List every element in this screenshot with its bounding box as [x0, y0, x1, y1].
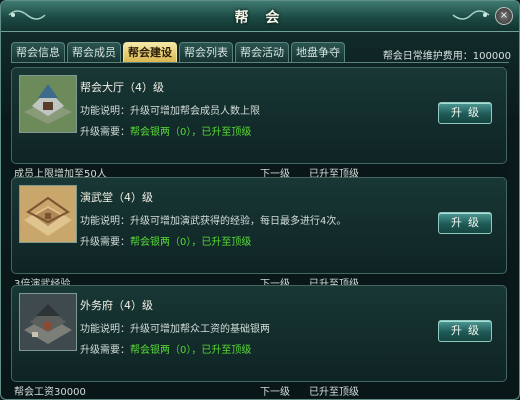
building-description: 功能说明：升级可增加帮众工资的基础银两 [80, 324, 270, 335]
requirement-value: 帮会银两（0），已升至顶级 [130, 345, 252, 356]
tab-guild-list[interactable]: 帮会列表 [179, 42, 233, 62]
title-bar[interactable]: 帮 会 × [1, 1, 519, 32]
requirement-value: 帮会银两（0），已升至顶级 [130, 127, 252, 138]
tab-guild-construction[interactable]: 帮会建设 [123, 42, 177, 62]
building-footer: 帮会工资30000 下一级 已升至顶级 [12, 383, 506, 398]
building-card-affairs: 外务府（4）级 功能说明：升级可增加帮众工资的基础银两 升级需要：帮会银两（0）… [11, 285, 507, 398]
window-title: 帮 会 [234, 10, 286, 26]
close-button[interactable]: × [495, 7, 513, 25]
requirement-label: 升级需要： [80, 127, 130, 138]
next-level-label: 下一级 [260, 387, 290, 398]
construction-panel: 帮会大厅（4）级 功能说明：升级可增加帮会成员人数上限 升级需要：帮会银两（0）… [11, 67, 507, 398]
ornament-right-icon [452, 10, 490, 20]
hall-building-icon [19, 75, 77, 133]
building-description: 功能说明：升级可增加帮会成员人数上限 [80, 106, 260, 117]
building-name: 帮会大厅（4）级 [80, 81, 164, 94]
training-hall-icon [19, 185, 77, 243]
upgrade-requirement: 升级需要：帮会银两（0），已升至顶级 [80, 233, 251, 248]
next-level-value: 已升至顶级 [309, 387, 359, 398]
requirement-label: 升级需要： [80, 237, 130, 248]
requirement-label: 升级需要： [80, 345, 130, 356]
upgrade-button-affairs[interactable]: 升级 [438, 320, 492, 342]
upgrade-button-training[interactable]: 升级 [438, 212, 492, 234]
building-card-training: 演武堂（4）级 功能说明：升级可增加演武获得的经验，每日最多进行4次。 升级需要… [11, 177, 507, 290]
building-card-hall: 帮会大厅（4）级 功能说明：升级可增加帮会成员人数上限 升级需要：帮会银两（0）… [11, 67, 507, 180]
tab-bar: 帮会信息 帮会成员 帮会建设 帮会列表 帮会活动 地盘争夺 [11, 42, 345, 62]
building-description: 功能说明：升级可增加演武获得的经验，每日最多进行4次。 [80, 216, 347, 227]
tab-guild-members[interactable]: 帮会成员 [67, 42, 121, 62]
upgrade-requirement: 升级需要：帮会银两（0），已升至顶级 [80, 123, 251, 138]
tab-divider [11, 62, 509, 63]
current-effect: 帮会工资30000 [14, 387, 86, 398]
maintenance-fee: 帮会日常维护费用：100000 [382, 51, 511, 62]
upgrade-button-hall[interactable]: 升级 [438, 102, 492, 124]
upgrade-requirement: 升级需要：帮会银两（0），已升至顶级 [80, 341, 251, 356]
requirement-value: 帮会银两（0），已升至顶级 [130, 237, 252, 248]
building-name: 演武堂（4）级 [80, 191, 153, 204]
guild-window: 帮 会 × 帮会信息 帮会成员 帮会建设 帮会列表 帮会活动 地盘争夺 帮会日常… [0, 0, 520, 400]
tab-guild-activities[interactable]: 帮会活动 [235, 42, 289, 62]
affairs-office-icon [19, 293, 77, 351]
building-name: 外务府（4）级 [80, 299, 153, 312]
tab-guild-info[interactable]: 帮会信息 [11, 42, 65, 62]
tab-territory-war[interactable]: 地盘争夺 [291, 42, 345, 62]
